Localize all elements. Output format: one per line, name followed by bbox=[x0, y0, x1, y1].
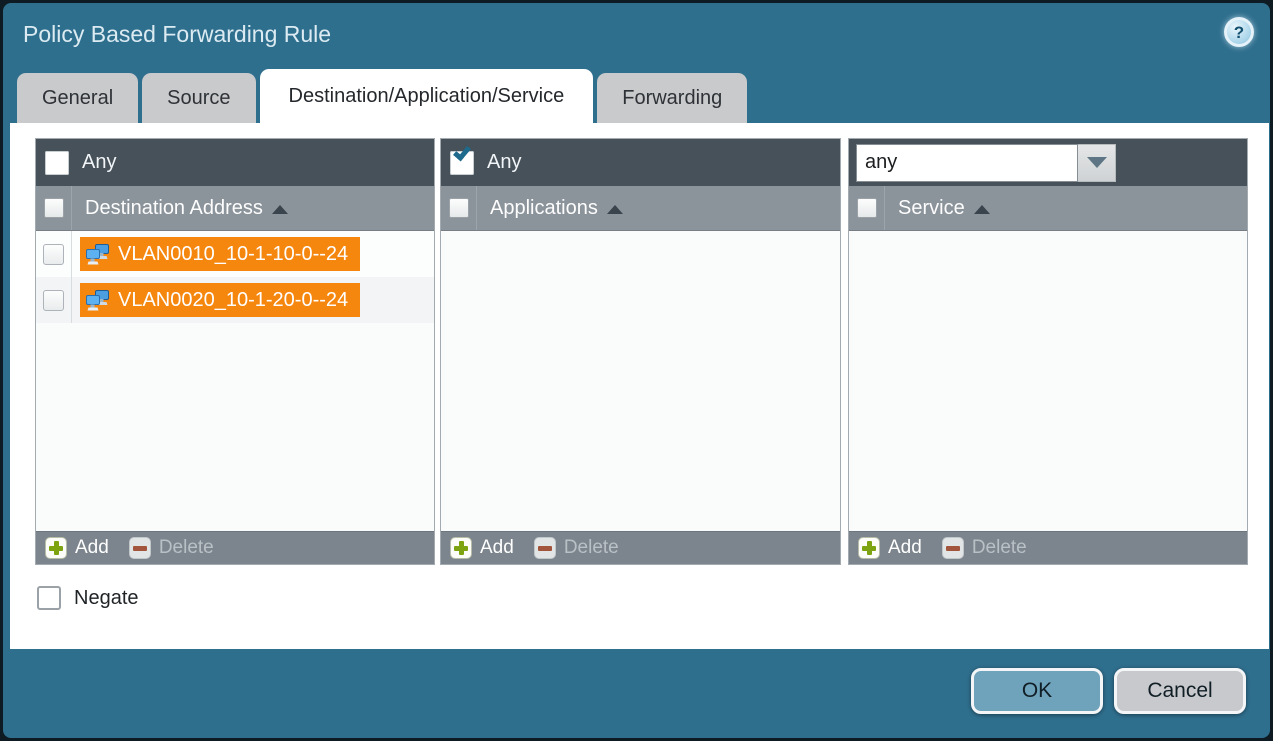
negate-row: Negate bbox=[37, 586, 139, 610]
tab-forwarding[interactable]: Forwarding bbox=[597, 73, 747, 123]
add-button[interactable]: Add bbox=[450, 537, 514, 559]
applications-panel: Any Applications Add Delete bbox=[440, 138, 841, 565]
delete-button[interactable]: Delete bbox=[942, 537, 1027, 559]
address-object-chip[interactable]: VLAN0010_10-1-10-0--24 bbox=[80, 237, 360, 271]
service-dropdown-value[interactable]: any bbox=[856, 144, 1078, 182]
destination-any-label: Any bbox=[82, 151, 116, 174]
applications-header-label: Applications bbox=[490, 197, 598, 220]
destination-address-header[interactable]: Destination Address bbox=[36, 186, 434, 231]
add-button-label: Add bbox=[75, 537, 109, 559]
destination-any-bar: Any bbox=[36, 139, 434, 186]
plus-icon bbox=[450, 537, 472, 559]
destination-toolbar: Add Delete bbox=[36, 531, 434, 564]
add-button-label: Add bbox=[888, 537, 922, 559]
service-header[interactable]: Service bbox=[849, 186, 1247, 231]
row-checkbox[interactable] bbox=[43, 244, 64, 265]
delete-button-label: Delete bbox=[159, 537, 214, 559]
table-row[interactable]: VLAN0010_10-1-10-0--24 bbox=[36, 231, 434, 277]
applications-list bbox=[441, 231, 840, 531]
tab-general[interactable]: General bbox=[17, 73, 138, 123]
table-row[interactable]: VLAN0020_10-1-20-0--24 bbox=[36, 277, 434, 323]
plus-icon bbox=[45, 537, 67, 559]
destination-address-panel: Any Destination Address bbox=[35, 138, 435, 565]
negate-checkbox[interactable] bbox=[37, 586, 61, 610]
add-button[interactable]: Add bbox=[858, 537, 922, 559]
minus-icon bbox=[942, 537, 964, 559]
applications-select-all-checkbox[interactable] bbox=[449, 198, 469, 218]
destination-select-all-checkbox[interactable] bbox=[44, 198, 64, 218]
ok-button[interactable]: OK bbox=[971, 668, 1103, 714]
applications-any-bar: Any bbox=[441, 139, 840, 186]
address-object-chip[interactable]: VLAN0020_10-1-20-0--24 bbox=[80, 283, 360, 317]
tab-source[interactable]: Source bbox=[142, 73, 255, 123]
dialog-footer: OK Cancel bbox=[971, 668, 1246, 714]
delete-button-label: Delete bbox=[564, 537, 619, 559]
dialog-title: Policy Based Forwarding Rule bbox=[23, 21, 331, 48]
checkmark-icon bbox=[453, 142, 471, 161]
cancel-button[interactable]: Cancel bbox=[1114, 668, 1246, 714]
tab-strip: General Source Destination/Application/S… bbox=[17, 69, 747, 123]
sort-ascending-icon bbox=[974, 205, 990, 214]
service-select-all-checkbox[interactable] bbox=[857, 198, 877, 218]
service-header-label: Service bbox=[898, 197, 965, 220]
row-checkbox[interactable] bbox=[43, 290, 64, 311]
chevron-down-icon bbox=[1087, 157, 1107, 168]
plus-icon bbox=[858, 537, 880, 559]
service-dropdown-button[interactable] bbox=[1078, 144, 1116, 182]
add-button-label: Add bbox=[480, 537, 514, 559]
destination-any-checkbox[interactable] bbox=[45, 151, 69, 175]
applications-header[interactable]: Applications bbox=[441, 186, 840, 231]
delete-button[interactable]: Delete bbox=[129, 537, 214, 559]
address-object-label: VLAN0010_10-1-10-0--24 bbox=[118, 243, 348, 266]
service-any-bar: any bbox=[849, 139, 1247, 186]
add-button[interactable]: Add bbox=[45, 537, 109, 559]
destination-address-list: VLAN0010_10-1-10-0--24 bbox=[36, 231, 434, 531]
tab-content-panel: Any Destination Address bbox=[10, 123, 1269, 649]
sort-ascending-icon bbox=[272, 205, 288, 214]
delete-button-label: Delete bbox=[972, 537, 1027, 559]
help-icon[interactable]: ? bbox=[1224, 17, 1254, 47]
applications-toolbar: Add Delete bbox=[441, 531, 840, 564]
tab-destination-application-service[interactable]: Destination/Application/Service bbox=[260, 69, 594, 123]
service-panel: any Service Add bbox=[848, 138, 1248, 565]
minus-icon bbox=[534, 537, 556, 559]
sort-ascending-icon bbox=[607, 205, 623, 214]
applications-any-label: Any bbox=[487, 151, 521, 174]
destination-address-header-label: Destination Address bbox=[85, 197, 263, 220]
network-icon bbox=[86, 244, 110, 265]
service-toolbar: Add Delete bbox=[849, 531, 1247, 564]
service-list bbox=[849, 231, 1247, 531]
network-icon bbox=[86, 290, 110, 311]
service-dropdown[interactable]: any bbox=[856, 144, 1116, 182]
minus-icon bbox=[129, 537, 151, 559]
address-object-label: VLAN0020_10-1-20-0--24 bbox=[118, 289, 348, 312]
policy-based-forwarding-dialog: Policy Based Forwarding Rule ? General S… bbox=[3, 3, 1270, 738]
negate-label: Negate bbox=[74, 587, 139, 610]
applications-any-checkbox[interactable] bbox=[450, 151, 474, 175]
delete-button[interactable]: Delete bbox=[534, 537, 619, 559]
